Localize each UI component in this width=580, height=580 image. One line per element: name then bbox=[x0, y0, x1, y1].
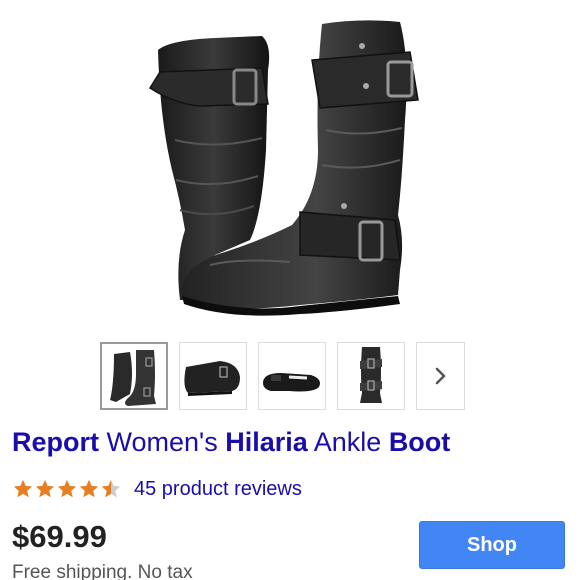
star-full-icon bbox=[35, 479, 55, 498]
title-model: Hilaria bbox=[225, 427, 308, 457]
rating-row: 45 product reviews bbox=[12, 474, 302, 504]
title-brand: Report bbox=[12, 427, 99, 457]
boot-side-thumbnail-icon bbox=[184, 361, 240, 396]
star-rating bbox=[12, 478, 122, 500]
product-main-image[interactable] bbox=[0, 0, 580, 330]
boot-sole-thumbnail-icon bbox=[263, 373, 320, 392]
product-price: $69.99 bbox=[12, 519, 107, 554]
boots-image bbox=[148, 20, 419, 316]
star-full-icon bbox=[13, 479, 33, 498]
thumbnail-4[interactable] bbox=[337, 342, 405, 410]
product-reviews-link[interactable]: 45 product reviews bbox=[134, 478, 302, 501]
product-title-link[interactable]: Report Women's Hilaria Ankle Boot bbox=[12, 424, 572, 460]
title-text-2: Ankle bbox=[307, 427, 389, 457]
thumbnail-strip bbox=[100, 342, 480, 412]
star-full-icon bbox=[57, 479, 77, 498]
star-full-icon bbox=[79, 479, 99, 498]
boot-back-thumbnail-icon bbox=[360, 347, 382, 403]
title-text-1: Women's bbox=[99, 427, 226, 457]
thumbnail-2[interactable] bbox=[179, 342, 247, 410]
thumbnail-next-button[interactable] bbox=[416, 342, 465, 410]
thumbnail-3[interactable] bbox=[258, 342, 326, 410]
boots-pair-thumbnail-icon bbox=[110, 350, 156, 406]
shipping-info: Free shipping. No tax bbox=[12, 562, 193, 580]
thumbnail-1[interactable] bbox=[100, 342, 168, 410]
shop-button[interactable]: Shop bbox=[419, 521, 565, 569]
title-type: Boot bbox=[388, 427, 451, 457]
chevron-right-icon bbox=[435, 367, 445, 385]
star-half-icon bbox=[101, 479, 121, 498]
